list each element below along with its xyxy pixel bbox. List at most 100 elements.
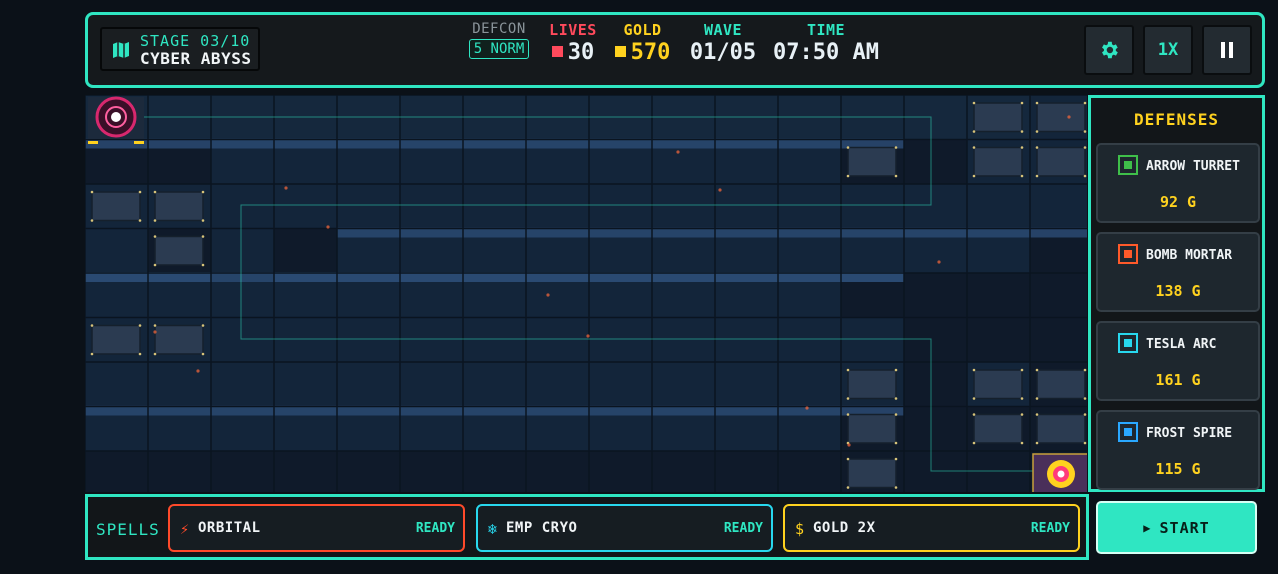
lives-icon: [551, 46, 563, 57]
slot-rivet: [894, 397, 898, 400]
slot-rivet: [972, 441, 976, 445]
slot-rivet: [894, 457, 898, 461]
dark-tile: [904, 139, 967, 184]
time-value: 07:50 AM: [773, 40, 879, 65]
pause-button[interactable]: [1202, 25, 1252, 75]
dollar-icon: $: [795, 520, 805, 538]
lives-stat: LIVES 30: [548, 21, 598, 65]
slot-rivet: [972, 413, 976, 416]
slot-rivet: [201, 324, 205, 327]
build-slot: [847, 146, 897, 177]
spell-gold-2x-button[interactable]: $ GOLD 2X READY: [783, 504, 1080, 552]
ember-particle: [546, 293, 550, 297]
spawn-portal-core: [111, 112, 121, 122]
stage-info: STAGE 03/10 CYBER ABYSS: [100, 27, 260, 71]
defense-card-tesla-arc[interactable]: TESLA ARC 161 G: [1096, 321, 1260, 401]
slot-rivet: [1083, 174, 1087, 178]
snowflake-icon: ❄: [488, 520, 498, 538]
dark-tile: [400, 451, 463, 492]
spells-label: SPELLS: [96, 520, 160, 539]
spell-orbital-button[interactable]: ⚡ ORBITAL READY: [168, 504, 465, 552]
defense-card-frost-spire[interactable]: FROST SPIRE 115 G: [1096, 410, 1260, 490]
dark-tile: [778, 451, 841, 492]
spawn-marker: [88, 141, 98, 144]
slot-rivet: [846, 486, 850, 489]
slot-rivet: [1035, 397, 1039, 400]
slot-rivet: [1083, 413, 1087, 416]
dark-tile: [274, 228, 337, 273]
gold-stat: GOLD 570: [610, 21, 675, 65]
ember-particle: [196, 369, 200, 373]
build-slot: [1036, 146, 1086, 177]
slot-rivet: [972, 101, 976, 105]
slot-rivet: [846, 174, 850, 178]
slot-rivet: [1083, 397, 1087, 400]
wave-label: WAVE: [703, 21, 743, 39]
slot-rivet: [90, 190, 94, 194]
start-wave-button[interactable]: ▶ START: [1096, 501, 1257, 554]
slot-rivet: [138, 352, 142, 356]
build-slot: [973, 413, 1023, 444]
slot-rivet: [1083, 130, 1087, 133]
settings-button[interactable]: [1084, 25, 1134, 75]
map-grid[interactable]: [85, 95, 1087, 492]
game-map[interactable]: [85, 95, 1087, 492]
defense-cost: 115 G: [1155, 460, 1201, 478]
defenses-title: DEFENSES: [1133, 110, 1220, 129]
slot-rivet: [153, 235, 157, 238]
defense-card-arrow-turret[interactable]: ARROW TURRET 92 G: [1096, 143, 1260, 223]
lives-label: LIVES: [549, 21, 597, 39]
slot-rivet: [1020, 146, 1024, 149]
dark-tile: [967, 317, 1030, 362]
slot-rivet: [201, 352, 205, 356]
slot-rivet: [894, 174, 898, 178]
slot-rivet: [153, 324, 157, 327]
slot-rivet: [894, 146, 898, 149]
slot-rivet: [972, 174, 976, 178]
slot-rivet: [846, 413, 850, 416]
build-slot: [91, 324, 141, 355]
spell-emp-cryo-button[interactable]: ❄ EMP CRYO READY: [476, 504, 773, 552]
time-label: TIME: [806, 21, 846, 39]
slot-rivet: [153, 352, 157, 356]
slot-rivet: [1083, 368, 1087, 372]
slot-rivet: [846, 146, 850, 149]
spell-status: READY: [415, 521, 455, 536]
defense-name: FROST SPIRE: [1146, 426, 1233, 441]
dark-tile: [211, 451, 274, 492]
gold-value: 570: [630, 40, 671, 65]
slot-rivet: [201, 235, 205, 238]
gear-icon: [1102, 41, 1118, 59]
slot-rivet: [972, 397, 976, 400]
defenses-panel: DEFENSES ARROW TURRET 92 G BOMB MORTAR 138 …: [1088, 95, 1265, 492]
defense-name: ARROW TURRET: [1146, 159, 1240, 174]
slot-rivet: [138, 219, 142, 222]
slot-rivet: [1083, 441, 1087, 445]
slot-rivet: [201, 263, 205, 267]
speed-button[interactable]: 1X: [1143, 25, 1193, 75]
defense-card-bomb-mortar[interactable]: BOMB MORTAR 138 G: [1096, 232, 1260, 312]
top-bar: STAGE 03/10 CYBER ABYSS DEFCON 5 NORM LI…: [85, 12, 1265, 88]
ember-particle: [676, 150, 680, 154]
defcon-badge: 5 NORM: [468, 39, 530, 59]
slot-rivet: [972, 146, 976, 149]
defense-name: TESLA ARC: [1146, 337, 1217, 352]
dark-tile: [904, 273, 967, 318]
slot-rivet: [201, 190, 205, 194]
dark-tile: [337, 451, 400, 492]
tower-icon: [1118, 422, 1138, 442]
defense-cost: 161 G: [1155, 371, 1201, 389]
slot-rivet: [894, 441, 898, 445]
slot-rivet: [846, 368, 850, 372]
spell-name: EMP CRYO: [506, 520, 578, 536]
slot-rivet: [1035, 174, 1039, 178]
build-slot: [1036, 413, 1086, 444]
tower-icon: [1118, 244, 1138, 264]
slot-rivet: [1020, 397, 1024, 400]
tower-icon: [1118, 155, 1138, 175]
ember-particle: [718, 188, 722, 192]
build-slot: [154, 324, 204, 355]
dark-tile: [85, 451, 148, 492]
build-slot: [847, 413, 897, 444]
slot-rivet: [1020, 441, 1024, 445]
